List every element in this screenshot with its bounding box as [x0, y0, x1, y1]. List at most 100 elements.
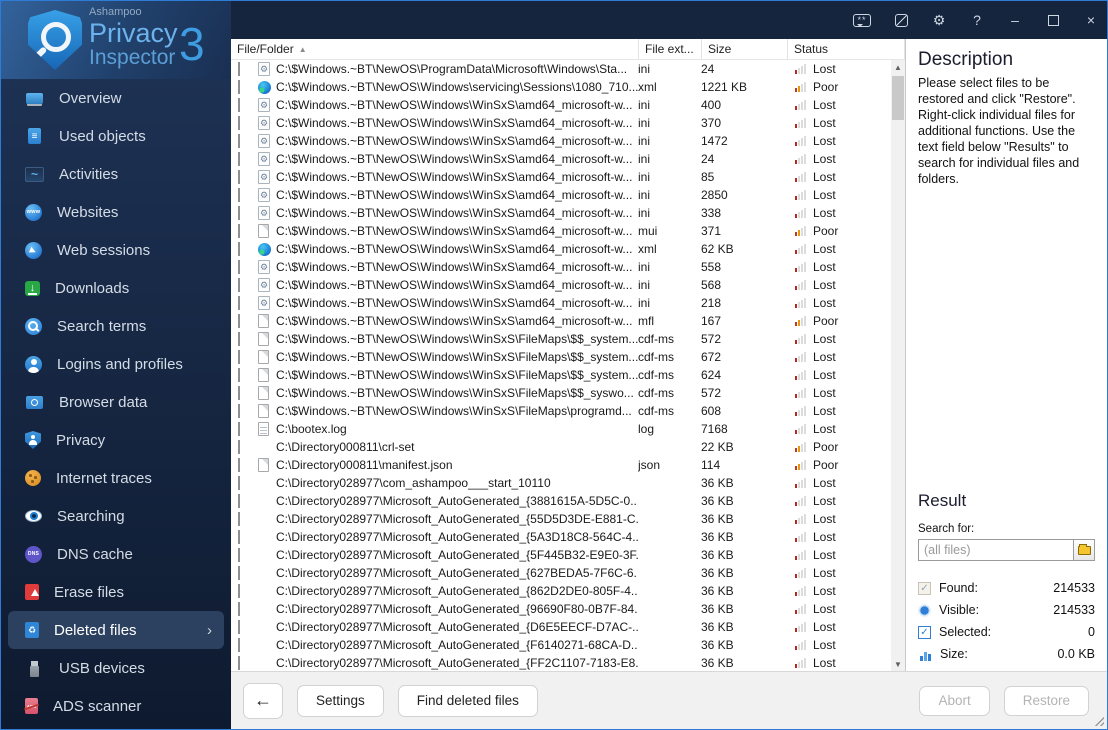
- table-row[interactable]: C:\$Windows.~BT\NewOS\Windows\WinSxS\amd…: [231, 240, 891, 258]
- search-input[interactable]: [919, 540, 1073, 560]
- checkbox-unchecked[interactable]: [238, 62, 240, 76]
- checkbox-unchecked[interactable]: [238, 638, 240, 652]
- table-row[interactable]: C:\$Windows.~BT\NewOS\Windows\WinSxS\Fil…: [231, 366, 891, 384]
- checkbox-unchecked[interactable]: [238, 494, 240, 508]
- sidebar-item-overview[interactable]: Overview: [1, 79, 231, 117]
- sidebar-item-erase-files[interactable]: Erase files: [1, 573, 231, 611]
- theme-toggle-icon[interactable]: [893, 12, 909, 28]
- checkbox-unchecked[interactable]: [238, 422, 240, 436]
- close-button[interactable]: ×: [1083, 12, 1099, 28]
- find-deleted-files-button[interactable]: Find deleted files: [397, 684, 538, 717]
- checkbox-unchecked[interactable]: [238, 620, 240, 634]
- checkbox-unchecked[interactable]: [238, 404, 240, 418]
- table-row[interactable]: C:\Directory028977\Microsoft_AutoGenerat…: [231, 636, 891, 654]
- settings-icon[interactable]: ⚙: [931, 12, 947, 28]
- table-row[interactable]: ⚙ C:\$Windows.~BT\NewOS\Windows\WinSxS\am…: [231, 168, 891, 186]
- table-row[interactable]: ⚙ C:\$Windows.~BT\NewOS\ProgramData\Micro…: [231, 60, 891, 78]
- checkbox-unchecked[interactable]: [238, 296, 240, 310]
- sidebar-item-browser-data[interactable]: Browser data: [1, 383, 231, 421]
- sidebar-item-deleted-files[interactable]: ♻ Deleted files ›: [8, 611, 224, 649]
- checkbox-unchecked[interactable]: [238, 440, 240, 454]
- checkbox-unchecked[interactable]: [238, 476, 240, 490]
- sidebar-item-usb-devices[interactable]: USB devices: [1, 649, 231, 687]
- sidebar-item-internet-traces[interactable]: Internet traces: [1, 459, 231, 497]
- checkbox-unchecked[interactable]: [238, 548, 240, 562]
- table-row[interactable]: C:\Directory028977\Microsoft_AutoGenerat…: [231, 546, 891, 564]
- checkbox-unchecked[interactable]: [238, 332, 240, 346]
- table-row[interactable]: C:\$Windows.~BT\NewOS\Windows\WinSxS\Fil…: [231, 330, 891, 348]
- checkbox-unchecked[interactable]: [238, 458, 240, 472]
- table-row[interactable]: C:\Directory028977\Microsoft_AutoGenerat…: [231, 510, 891, 528]
- table-row[interactable]: C:\Directory028977\Microsoft_AutoGenerat…: [231, 528, 891, 546]
- checkbox-unchecked[interactable]: [238, 116, 240, 130]
- table-row[interactable]: C:\Directory028977\Microsoft_AutoGenerat…: [231, 618, 891, 636]
- scroll-thumb[interactable]: [892, 76, 904, 120]
- table-row[interactable]: ⚙ C:\$Windows.~BT\NewOS\Windows\WinSxS\am…: [231, 96, 891, 114]
- table-row[interactable]: C:\Directory028977\Microsoft_AutoGenerat…: [231, 654, 891, 671]
- checkbox-unchecked[interactable]: [238, 602, 240, 616]
- table-row[interactable]: ⚙ C:\$Windows.~BT\NewOS\Windows\WinSxS\am…: [231, 258, 891, 276]
- minimize-button[interactable]: –: [1007, 12, 1023, 28]
- column-header-size[interactable]: Size: [701, 39, 787, 59]
- checkbox-unchecked[interactable]: [238, 206, 240, 220]
- table-row[interactable]: C:\bootex.log log 7168 Lost: [231, 420, 891, 438]
- checkbox-unchecked[interactable]: [238, 512, 240, 526]
- table-row[interactable]: ⚙ C:\$Windows.~BT\NewOS\Windows\WinSxS\am…: [231, 276, 891, 294]
- sidebar-item-used-objects[interactable]: Used objects: [1, 117, 231, 155]
- table-row[interactable]: ⚙ C:\$Windows.~BT\NewOS\Windows\WinSxS\am…: [231, 150, 891, 168]
- sidebar-item-downloads[interactable]: ↓ Downloads: [1, 269, 231, 307]
- table-row[interactable]: ⚙ C:\$Windows.~BT\NewOS\Windows\WinSxS\am…: [231, 294, 891, 312]
- table-row[interactable]: C:\$Windows.~BT\NewOS\Windows\WinSxS\amd…: [231, 312, 891, 330]
- checkbox-unchecked[interactable]: [238, 350, 240, 364]
- scroll-up-icon[interactable]: ▲: [891, 60, 905, 74]
- checkbox-unchecked[interactable]: [238, 530, 240, 544]
- checkbox-unchecked[interactable]: [238, 134, 240, 148]
- table-row[interactable]: C:\$Windows.~BT\NewOS\Windows\WinSxS\amd…: [231, 222, 891, 240]
- resize-grip[interactable]: [1093, 715, 1104, 726]
- checkbox-unchecked[interactable]: [238, 152, 240, 166]
- checkbox-unchecked[interactable]: [238, 278, 240, 292]
- sidebar-item-web-sessions[interactable]: Web sessions: [1, 231, 231, 269]
- table-row[interactable]: C:\Directory028977\Microsoft_AutoGenerat…: [231, 564, 891, 582]
- table-row[interactable]: C:\Directory028977\com_ashampoo___start_…: [231, 474, 891, 492]
- sidebar-item-search-terms[interactable]: Search terms: [1, 307, 231, 345]
- table-row[interactable]: C:\$Windows.~BT\NewOS\Windows\WinSxS\Fil…: [231, 384, 891, 402]
- restore-button[interactable]: Restore: [1003, 685, 1089, 716]
- feedback-icon[interactable]: **: [853, 13, 871, 27]
- checkbox-unchecked[interactable]: [238, 386, 240, 400]
- sidebar-item-dns-cache[interactable]: DNS DNS cache: [1, 535, 231, 573]
- table-row[interactable]: C:\Directory028977\Microsoft_AutoGenerat…: [231, 492, 891, 510]
- table-row[interactable]: ⚙ C:\$Windows.~BT\NewOS\Windows\WinSxS\am…: [231, 132, 891, 150]
- browse-folder-button[interactable]: [1073, 540, 1094, 560]
- vertical-scrollbar[interactable]: ▲ ▼: [891, 60, 905, 671]
- checkbox-unchecked[interactable]: [238, 584, 240, 598]
- table-row[interactable]: C:\$Windows.~BT\NewOS\Windows\WinSxS\Fil…: [231, 348, 891, 366]
- sidebar-item-activities[interactable]: Activities: [1, 155, 231, 193]
- checkbox-unchecked[interactable]: [238, 368, 240, 382]
- table-row[interactable]: C:\$Windows.~BT\NewOS\Windows\WinSxS\Fil…: [231, 402, 891, 420]
- table-row[interactable]: ⚙ C:\$Windows.~BT\NewOS\Windows\WinSxS\am…: [231, 204, 891, 222]
- checkbox-unchecked[interactable]: [238, 260, 240, 274]
- table-row[interactable]: C:\Directory000811\crl-set 22 KB Poor: [231, 438, 891, 456]
- checkbox-unchecked[interactable]: [238, 656, 240, 670]
- column-header-file-ext[interactable]: File ext...: [638, 39, 701, 59]
- table-row[interactable]: C:\Directory028977\Microsoft_AutoGenerat…: [231, 600, 891, 618]
- checkbox-unchecked[interactable]: [238, 314, 240, 328]
- checkbox-unchecked[interactable]: [238, 224, 240, 238]
- table-row[interactable]: C:\Directory028977\Microsoft_AutoGenerat…: [231, 582, 891, 600]
- checkbox-unchecked[interactable]: [238, 242, 240, 256]
- help-icon[interactable]: ?: [969, 12, 985, 28]
- checkbox-unchecked[interactable]: [238, 188, 240, 202]
- checkbox-unchecked[interactable]: [238, 566, 240, 580]
- sidebar-item-logins-and-profiles[interactable]: Logins and profiles: [1, 345, 231, 383]
- sidebar-item-websites[interactable]: www Websites: [1, 193, 231, 231]
- table-row[interactable]: ⚙ C:\$Windows.~BT\NewOS\Windows\WinSxS\am…: [231, 186, 891, 204]
- abort-button[interactable]: Abort: [919, 685, 990, 716]
- settings-button[interactable]: Settings: [297, 684, 384, 717]
- checkbox-unchecked[interactable]: [238, 80, 240, 94]
- scroll-down-icon[interactable]: ▼: [891, 657, 905, 671]
- table-row[interactable]: C:\Directory000811\manifest.json json 114 P…: [231, 456, 891, 474]
- table-row[interactable]: ⚙ C:\$Windows.~BT\NewOS\Windows\WinSxS\am…: [231, 114, 891, 132]
- column-header-file-folder[interactable]: File/Folder ▲: [231, 39, 638, 59]
- checkbox-unchecked[interactable]: [238, 170, 240, 184]
